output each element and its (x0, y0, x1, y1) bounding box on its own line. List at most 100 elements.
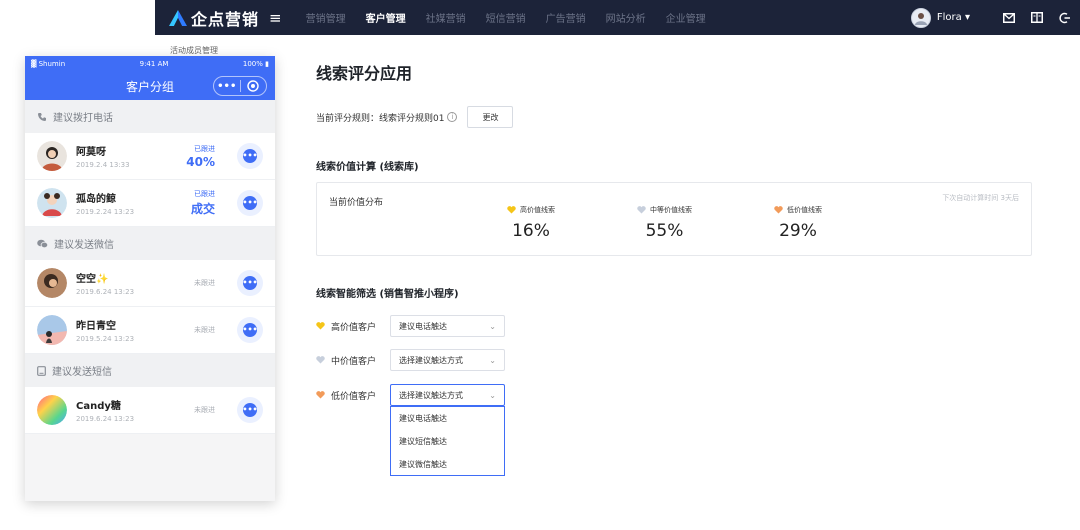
contact-avatar (37, 395, 67, 425)
high-value-heart-icon (316, 322, 325, 330)
reach-method-select-high[interactable]: 建议电话触达 ⌄ (390, 315, 505, 337)
nav-item-sms[interactable]: 短信营销 (476, 0, 536, 35)
dropdown-option-wechat[interactable]: 建议微信触达 (391, 453, 504, 476)
nav-item-social[interactable]: 社媒营销 (416, 0, 476, 35)
contact-date: 2019.6.24 13:23 (76, 288, 135, 296)
reach-method-select-mid[interactable]: 选择建议触达方式 ⌄ (390, 349, 505, 371)
select-value: 选择建议触达方式 (399, 355, 463, 365)
stat-mid-value: 55% (645, 221, 684, 241)
contact-row[interactable]: 阿莫呀 2019.2.4 13:33 已跟进 40% ••• (25, 133, 275, 180)
mid-value-heart-icon (316, 356, 325, 364)
stat-high-value: 16% (512, 221, 550, 241)
follow-status: 已跟进 (194, 190, 215, 198)
carrier: ▓ Shumin (31, 60, 66, 68)
follow-status: 未跟进 (194, 406, 215, 414)
scoring-rule-row: 当前评分规则：线索评分规则01 i 更改 (316, 106, 514, 128)
change-rule-button[interactable]: 更改 (467, 106, 514, 128)
nav-item-ads[interactable]: 广告营销 (536, 0, 596, 35)
main-nav: 营销管理 客户管理 社媒营销 短信营销 广告营销 网站分析 企业管理 (296, 0, 716, 35)
section-wechat: 建议发送微信 (25, 227, 275, 260)
dropdown-option-sms[interactable]: 建议短信触达 (391, 430, 504, 453)
contact-row[interactable]: 昨日青空 2019.5.24 13:23 未跟进 ••• (25, 307, 275, 354)
stat-mid-label: 中等价值线索 (650, 206, 692, 214)
select-value: 建议电话触达 (399, 321, 447, 331)
user-tools: Flora ▾ (910, 0, 1072, 35)
logout-icon[interactable] (1058, 11, 1072, 25)
hamburger-icon[interactable]: ≡ (269, 9, 282, 27)
contact-avatar (37, 268, 67, 298)
chat-icon: ••• (242, 276, 258, 290)
contact-name: Candy糖 (76, 401, 121, 412)
nav-item-analytics[interactable]: 网站分析 (596, 0, 656, 35)
contact-date: 2019.2.4 13:33 (76, 161, 130, 169)
chevron-down-icon: ⌄ (489, 321, 496, 331)
mid-value-heart-icon (637, 206, 646, 214)
distribution-label: 当前价值分布 (329, 198, 384, 208)
follow-value: 成交 (190, 202, 215, 216)
select-value: 选择建议触达方式 (399, 390, 463, 400)
reach-method-select-low[interactable]: 选择建议触达方式 ⌄ (390, 384, 505, 406)
chat-icon: ••• (242, 403, 258, 417)
section-wechat-title: 建议发送微信 (54, 240, 114, 251)
stat-low: 低价值线索 29% (774, 205, 822, 241)
chevron-down-icon: ⌄ (489, 355, 496, 365)
more-icon[interactable]: ••• (214, 81, 240, 92)
wechat-icon (37, 239, 48, 249)
follow-value: 40% (186, 154, 215, 169)
brand-logo[interactable]: 企点营销 (169, 6, 259, 30)
chat-icon: ••• (242, 196, 258, 210)
miniapp-capsule: ••• (213, 76, 267, 96)
chat-icon: ••• (242, 323, 258, 337)
contact-date: 2019.6.24 13:23 (76, 415, 135, 423)
follow-status: 未跟进 (194, 326, 215, 334)
phone-caption: 活动成员管理 (170, 46, 218, 55)
chat-button[interactable]: ••• (237, 190, 263, 216)
filter-label-low: 低价值客户 (331, 391, 377, 402)
contact-avatar (37, 315, 67, 345)
phone-status-bar: ▓ Shumin 9:41 AM 100% ▮ (25, 56, 275, 72)
low-value-heart-icon (774, 206, 783, 214)
user-avatar[interactable] (910, 7, 931, 28)
contact-row[interactable]: 空空✨ 2019.6.24 13:23 未跟进 ••• (25, 260, 275, 307)
dropdown-option-call[interactable]: 建议电话触达 (391, 407, 504, 430)
reach-method-dropdown: 建议电话触达 建议短信触达 建议微信触达 (390, 406, 505, 476)
section-sms: 建议发送短信 (25, 354, 275, 387)
nav-item-enterprise[interactable]: 企业管理 (656, 0, 716, 35)
battery: 100% ▮ (242, 60, 269, 68)
chat-button[interactable]: ••• (237, 270, 263, 296)
chat-button[interactable]: ••• (237, 143, 263, 169)
chat-button[interactable]: ••• (237, 397, 263, 423)
mail-icon[interactable] (1002, 11, 1016, 25)
filter-row-high: 高价值客户 建议电话触达 ⌄ (316, 315, 505, 337)
stat-high-label: 高价值线索 (520, 206, 555, 214)
nav-item-marketing[interactable]: 营销管理 (296, 0, 356, 35)
filter-label-high: 高价值客户 (331, 322, 377, 333)
low-value-heart-icon (316, 391, 325, 399)
filter-section-title: 线索智能筛选 (销售智推小程序) (316, 289, 459, 300)
sms-icon (37, 365, 46, 376)
scoring-rule-label: 当前评分规则：线索评分规则01 (316, 113, 445, 124)
chevron-down-icon: ⌄ (489, 390, 496, 400)
stat-low-value: 29% (779, 221, 817, 241)
contact-avatar (37, 188, 67, 218)
top-navigation-bar: 企点营销 ≡ 营销管理 客户管理 社媒营销 短信营销 广告营销 网站分析 企业管… (155, 0, 1080, 35)
brand-logo-icon (169, 9, 187, 26)
contact-row[interactable]: Candy糖 2019.6.24 13:23 未跟进 ••• (25, 387, 275, 434)
close-miniapp-icon[interactable] (241, 80, 267, 92)
filter-row-mid: 中价值客户 选择建议触达方式 ⌄ (316, 349, 505, 371)
contact-date: 2019.2.24 13:23 (76, 208, 135, 216)
contact-row[interactable]: 孤岛的鲸 2019.2.24 13:23 已跟进 成交 ••• (25, 180, 275, 227)
value-section-title: 线索价值计算 (线索库) (316, 162, 419, 173)
phone-title-bar: 客户分组 ••• (25, 72, 275, 100)
phone-icon (37, 112, 47, 122)
user-name[interactable]: Flora ▾ (937, 12, 970, 23)
contact-name: 昨日青空 (76, 321, 116, 332)
info-icon[interactable]: i (447, 112, 458, 122)
contact-date: 2019.5.24 13:23 (76, 335, 135, 343)
nav-item-customers[interactable]: 客户管理 (356, 0, 416, 35)
chat-button[interactable]: ••• (237, 317, 263, 343)
stat-low-label: 低价值线索 (787, 206, 822, 214)
value-distribution-card: 当前价值分布 下次自动计算时间 3天后 高价值线索 16% 中等价值线索 55%… (316, 182, 1032, 256)
book-icon[interactable] (1030, 11, 1044, 25)
phone-mockup: ▓ Shumin 9:41 AM 100% ▮ 客户分组 ••• 建议拨打电话 … (25, 56, 275, 501)
